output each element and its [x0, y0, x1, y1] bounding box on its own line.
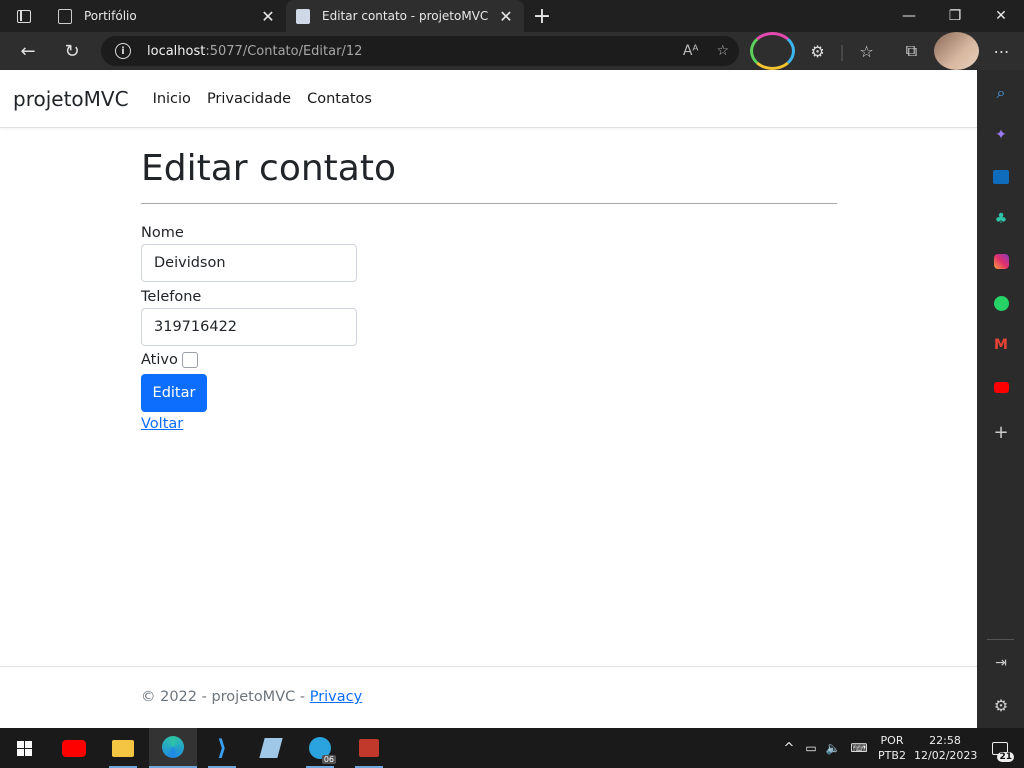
clock[interactable]: 22:58 12/02/2023: [914, 733, 978, 763]
info-icon[interactable]: i: [115, 43, 131, 59]
refresh-icon[interactable]: ↻: [50, 32, 94, 70]
profile-avatar[interactable]: [934, 32, 979, 70]
clock-time: 22:58: [929, 734, 961, 747]
clock-date: 12/02/2023: [914, 749, 978, 762]
web-page: projetoMVC Inicio Privacidade Contatos E…: [0, 70, 977, 728]
tab-title: Portifólio: [84, 9, 137, 23]
ativo-label: Ativo: [141, 352, 178, 368]
nav-privacidade[interactable]: Privacidade: [207, 91, 291, 107]
page-title: Editar contato: [141, 148, 396, 189]
ativo-row: Ativo: [141, 351, 837, 369]
notification-count: 21: [997, 752, 1014, 762]
gmail-icon[interactable]: M: [991, 335, 1011, 355]
edge-taskbar-icon[interactable]: [149, 728, 197, 768]
address-bar[interactable]: i localhost:5077/Contato/Editar/12 Aᴬ ☆: [101, 36, 739, 66]
outlook-icon[interactable]: [991, 167, 1011, 187]
color-extension-icon[interactable]: [750, 32, 795, 70]
telefone-input[interactable]: 319716422: [141, 308, 357, 346]
url-host: localhost: [147, 43, 206, 59]
browser-toolbar: ← ↻ i localhost:5077/Contato/Editar/12 A…: [0, 32, 1024, 70]
notifications-button[interactable]: 21: [976, 728, 1024, 768]
vscode-icon[interactable]: ⟩: [198, 728, 246, 768]
telegram-badge: 06: [321, 755, 336, 764]
telefone-label: Telefone: [141, 289, 202, 305]
close-tab-icon[interactable]: ✕: [260, 7, 276, 26]
page-icon: [58, 8, 72, 24]
privacy-link[interactable]: Privacy: [310, 689, 363, 705]
youtube-icon[interactable]: [991, 377, 1011, 397]
add-icon[interactable]: +: [991, 422, 1011, 443]
site-navbar: projetoMVC Inicio Privacidade Contatos: [0, 70, 977, 128]
nav-inicio[interactable]: Inicio: [153, 91, 191, 107]
back-arrow-icon[interactable]: ←: [6, 32, 50, 70]
language-code: POR: [880, 734, 904, 747]
title-divider: [141, 203, 837, 204]
extensions-icon[interactable]: ⚙: [795, 32, 840, 70]
windows-taskbar: ⟩ 06 ^ ▭ 🔈 ⌨ POR PTB2 22:58 12/02/2023 2…: [0, 728, 1024, 768]
add-favorite-icon[interactable]: ☆: [716, 43, 729, 59]
hide-sidebar-icon[interactable]: ⇥: [991, 653, 1011, 673]
volume-icon[interactable]: 🔈: [822, 741, 844, 755]
page-footer: © 2022 - projetoMVC - Privacy: [0, 666, 977, 728]
main-content: Editar contato Nome Deividson Telefone 3…: [141, 147, 837, 432]
notepad-icon[interactable]: [247, 728, 295, 768]
copilot-icon[interactable]: ✦: [991, 125, 1011, 145]
nav-contatos[interactable]: Contatos: [307, 91, 372, 107]
tab-editar-contato[interactable]: Editar contato - projetoMVC ✕: [286, 0, 524, 32]
tab-portifolio[interactable]: Portifólio ✕: [48, 0, 286, 32]
collections-icon[interactable]: ⧉: [889, 32, 934, 70]
file-explorer-icon[interactable]: [99, 728, 147, 768]
ativo-checkbox[interactable]: [181, 352, 198, 368]
brand-link[interactable]: projetoMVC: [13, 87, 129, 111]
network-icon[interactable]: ▭: [800, 741, 822, 755]
page-icon: [296, 8, 310, 24]
editar-button[interactable]: Editar: [141, 374, 207, 412]
close-tab-icon[interactable]: ✕: [498, 7, 514, 26]
nome-input[interactable]: Deividson: [141, 244, 357, 282]
telegram-icon[interactable]: 06: [296, 728, 344, 768]
settings-gear-icon[interactable]: ⚙: [991, 695, 1011, 715]
tree-icon[interactable]: ♣: [991, 209, 1011, 229]
favorites-icon[interactable]: ☆: [844, 32, 889, 70]
voltar-link[interactable]: Voltar: [141, 416, 837, 432]
browser-titlebar: Portifólio ✕ Editar contato - projetoMVC…: [0, 0, 1024, 32]
chevron-up-icon[interactable]: ^: [778, 741, 800, 756]
more-menu-icon[interactable]: ⋯: [979, 32, 1024, 70]
youtube-taskbar-icon[interactable]: [50, 728, 98, 768]
instagram-icon[interactable]: [991, 251, 1011, 271]
url-path: :5077/Contato/Editar/12: [205, 43, 363, 59]
new-tab-button[interactable]: +: [524, 0, 560, 32]
app-taskbar-icon[interactable]: [345, 728, 393, 768]
start-button[interactable]: [0, 728, 48, 768]
read-aloud-icon[interactable]: Aᴬ: [683, 43, 699, 59]
footer-copyright: © 2022 - projetoMVC -: [141, 689, 310, 705]
whatsapp-icon[interactable]: [991, 293, 1011, 313]
windows-logo-icon: [16, 740, 32, 756]
minimize-icon[interactable]: —: [886, 0, 932, 32]
sidebar-divider: [987, 639, 1014, 640]
search-icon[interactable]: ⌕: [991, 83, 1011, 103]
window-controls: — ❐ ✕: [886, 0, 1024, 32]
tab-actions-button[interactable]: [0, 0, 48, 32]
keyboard-layout: PTB2: [878, 749, 906, 762]
edge-sidebar: ⌕ ✦ ♣ M + ⇥ ⚙: [977, 70, 1024, 728]
nome-label: Nome: [141, 225, 184, 241]
input-language[interactable]: POR PTB2: [874, 733, 910, 763]
close-window-icon[interactable]: ✕: [978, 0, 1024, 32]
tab-actions-icon: [17, 9, 31, 23]
tab-title: Editar contato - projetoMVC: [322, 9, 489, 23]
keyboard-icon[interactable]: ⌨: [844, 741, 874, 755]
system-tray: ^ ▭ 🔈 ⌨ POR PTB2 22:58 12/02/2023 21: [778, 728, 1024, 768]
restore-icon[interactable]: ❐: [932, 0, 978, 32]
